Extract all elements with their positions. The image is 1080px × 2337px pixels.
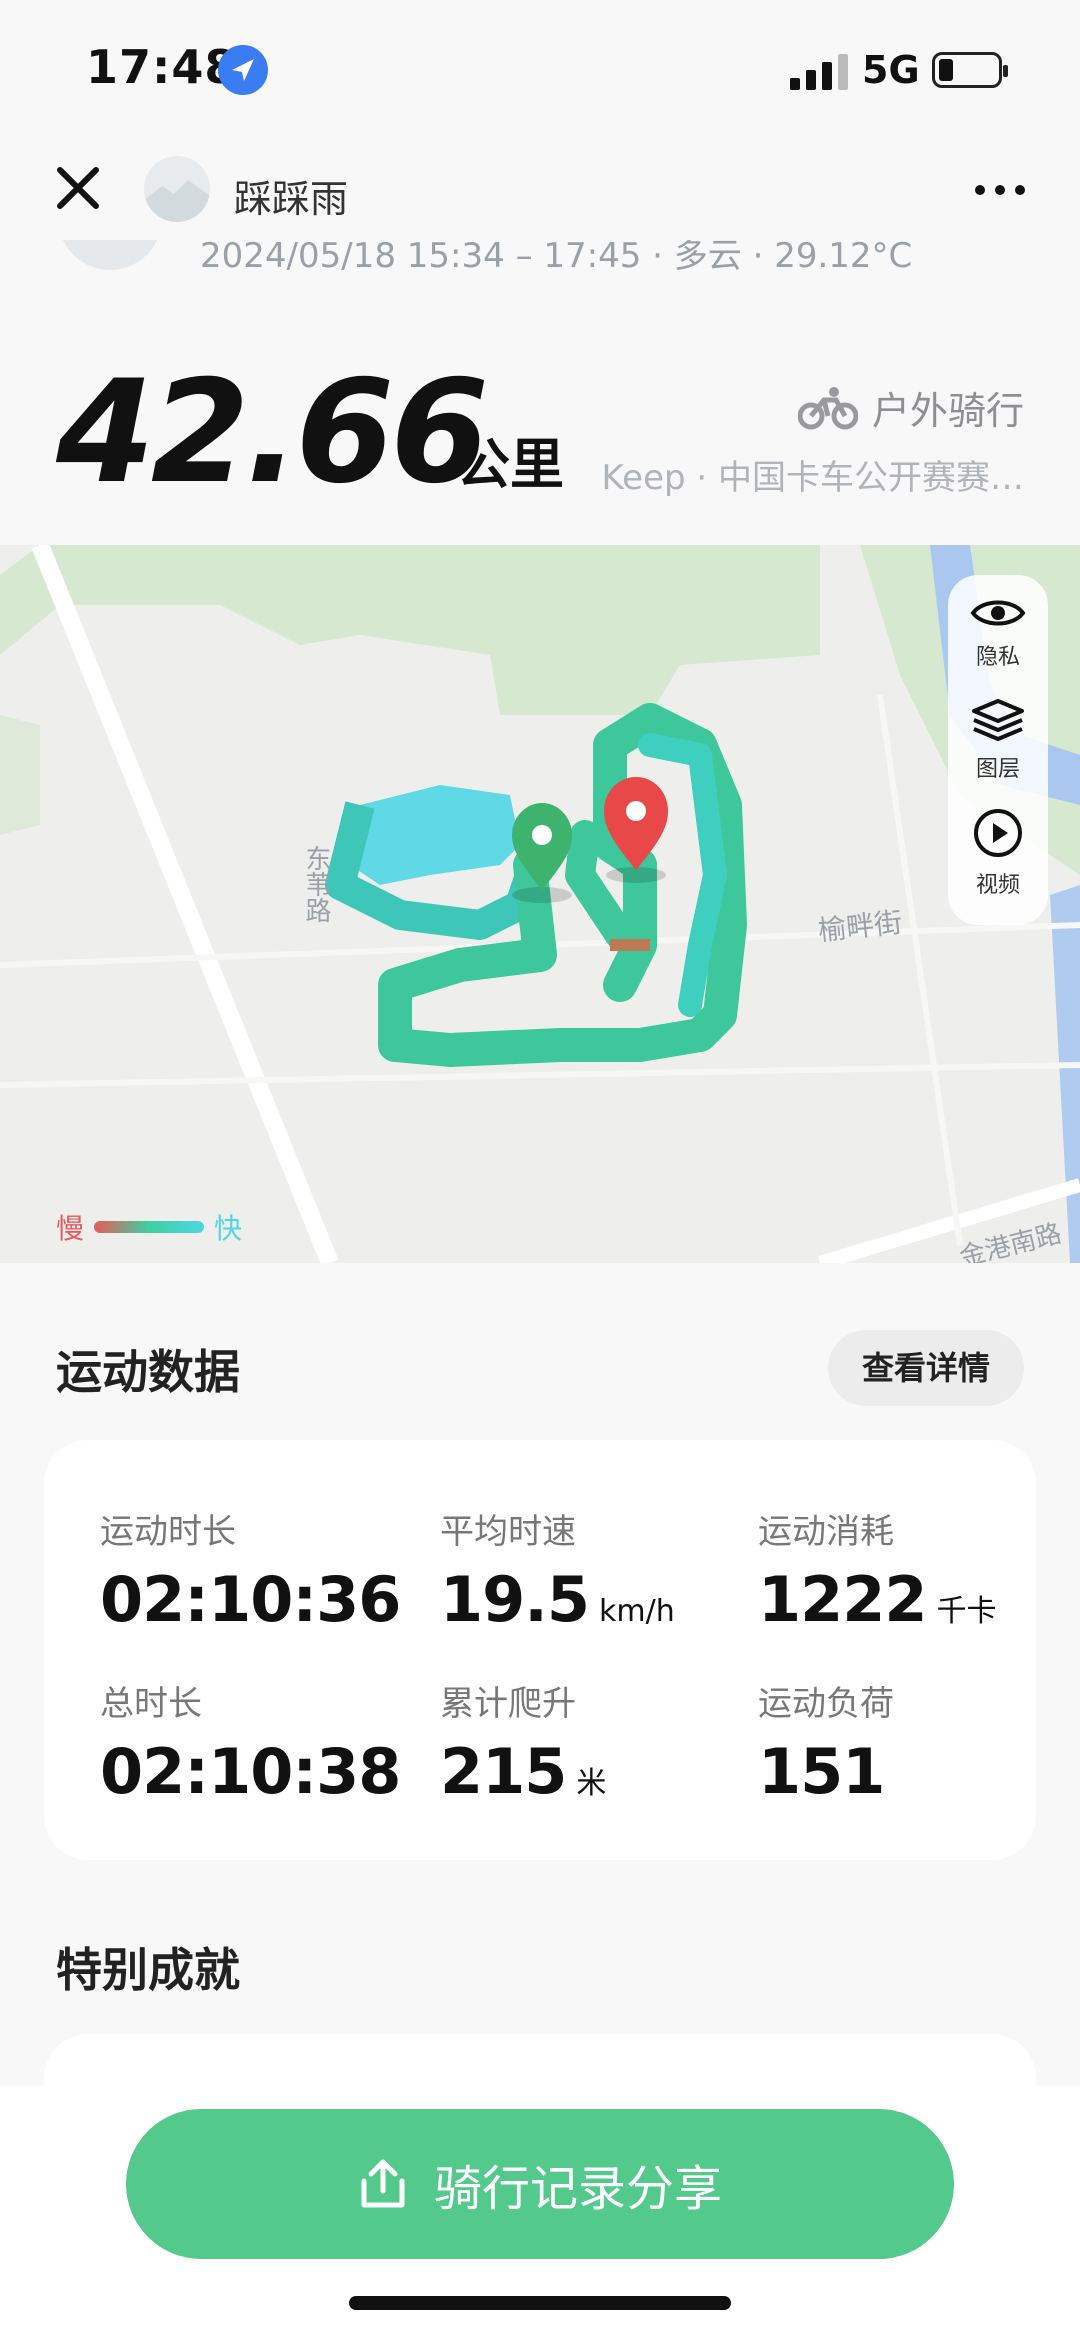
stat-duration: 运动时长 02:10:36 (100, 1512, 401, 1636)
street-label: 东苇路 (301, 845, 331, 923)
sport-data-title: 运动数据 (56, 1345, 240, 1399)
status-bar: 17:48 5G (0, 0, 1080, 140)
sport-type-label: 户外骑行 (871, 389, 1024, 433)
legend-gradient (94, 1221, 205, 1233)
route-map[interactable]: 东苇路 榆畔街 金港南路 隐私 图层 视频 慢 快 (0, 545, 1080, 1263)
close-icon (57, 167, 99, 209)
battery-icon (932, 52, 1008, 88)
activity-meta-row: 2024/05/18 15:34 – 17:45 · 多云 · 29.12°C (0, 240, 1080, 280)
legend-slow: 慢 (56, 1212, 85, 1245)
layers-label: 图层 (975, 757, 1020, 782)
bicycle-icon (797, 386, 858, 429)
bottom-bar: 骑行记录分享 (0, 2086, 1080, 2337)
stat-elevation-gain: 累计爬升 215 米 (440, 1684, 607, 1808)
video-label: 视频 (975, 873, 1020, 898)
home-indicator (349, 2296, 731, 2310)
activity-meta: 2024/05/18 15:34 – 17:45 · 多云 · 29.12°C (200, 240, 913, 276)
view-details-button[interactable]: 查看详情 (828, 1330, 1024, 1406)
share-icon (361, 2159, 405, 2208)
privacy-button[interactable]: 隐私 (948, 595, 1048, 671)
activity-source: Keep · 中国卡车公开赛赛… (601, 458, 1024, 498)
close-button[interactable] (50, 160, 106, 216)
legend-fast: 快 (214, 1212, 243, 1245)
avatar[interactable] (144, 156, 210, 222)
stat-calories: 运动消耗 1222 千卡 (758, 1512, 997, 1636)
stat-avg-speed: 平均时速 19.5 km/h (440, 1512, 675, 1636)
stat-training-load: 运动负荷 151 (758, 1684, 894, 1808)
privacy-label: 隐私 (975, 645, 1020, 670)
layers-icon (972, 699, 1024, 741)
speed-legend: 慢 快 (56, 1207, 242, 1247)
signal-icon (790, 54, 852, 90)
map-background (0, 545, 1080, 1263)
play-icon (974, 809, 1022, 857)
share-label: 骑行记录分享 (433, 2161, 722, 2217)
status-time: 17:48 (86, 40, 238, 94)
stat-total-time: 总时长 02:10:38 (100, 1684, 401, 1808)
stats-card: 运动时长 02:10:36 平均时速 19.5 km/h 运动消耗 1222 千卡 … (44, 1440, 1036, 1860)
distance-value: 42.66 (56, 350, 489, 515)
more-button[interactable] (970, 170, 1030, 210)
eye-icon (970, 600, 1026, 626)
achievements-title: 特别成就 (56, 1943, 240, 1997)
more-icon (975, 185, 1025, 195)
share-record-button[interactable]: 骑行记录分享 (126, 2109, 954, 2259)
page-title: 踩踩雨 (234, 177, 349, 221)
distance-unit: 公里 (456, 433, 564, 496)
sport-type: 户外骑行 (797, 380, 1024, 435)
network-type: 5G (862, 48, 920, 92)
map-tools-panel: 隐私 图层 视频 (948, 575, 1048, 925)
video-button[interactable]: 视频 (948, 807, 1048, 899)
nav-bar: 踩踩雨 (0, 140, 1080, 240)
layers-button[interactable]: 图层 (948, 697, 1048, 783)
user-avatar-large (58, 240, 162, 270)
location-arrow-icon (218, 45, 268, 95)
